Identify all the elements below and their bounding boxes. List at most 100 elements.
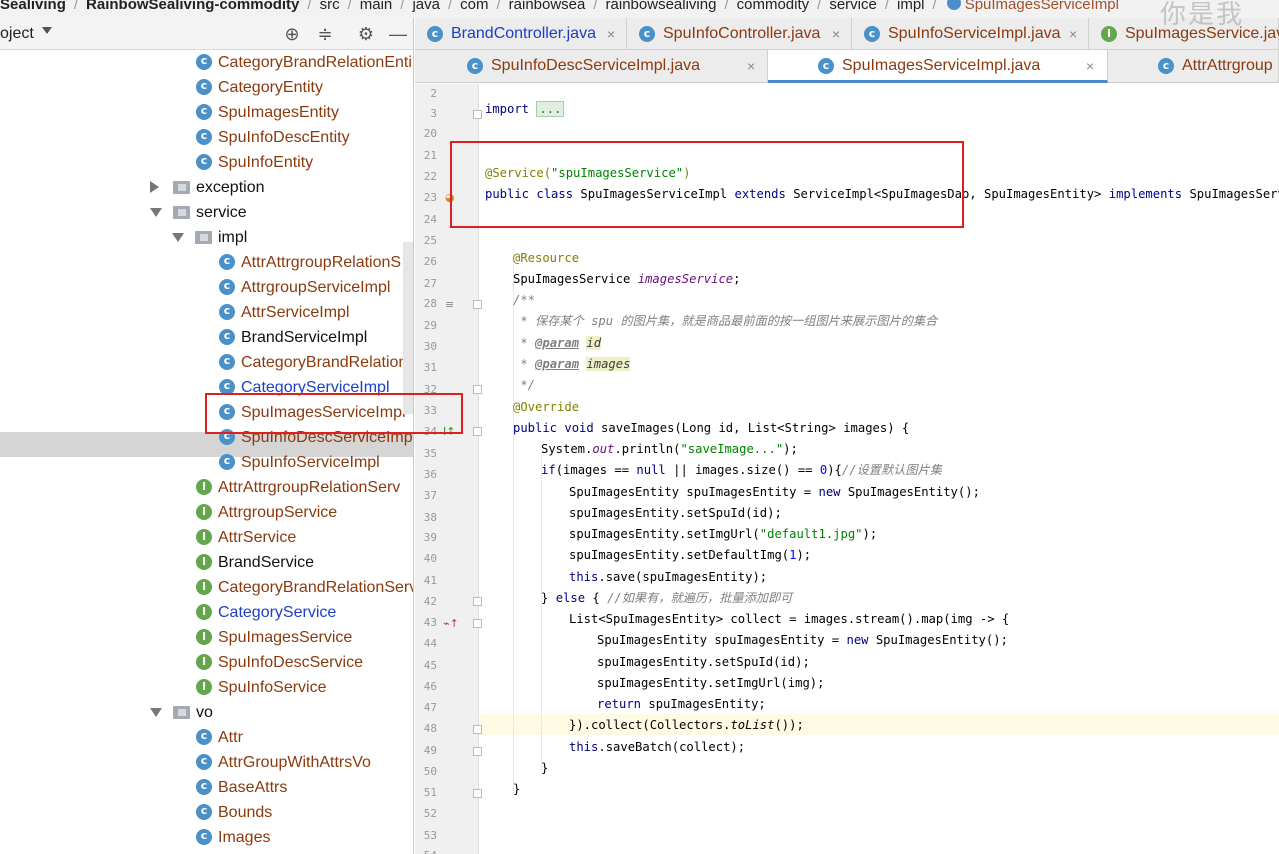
tree-file[interactable]: I AttrAttrgroupRelationServ	[0, 475, 413, 500]
class-file-icon: c	[818, 58, 834, 74]
breadcrumb-item[interactable]: com	[460, 0, 488, 12]
breadcrumb-item[interactable]: java	[412, 0, 440, 12]
line-number: 39	[423, 531, 437, 544]
class-file-icon	[196, 78, 212, 95]
tree-item-label: CategoryService	[218, 604, 337, 621]
gear-icon[interactable]: ⚙	[356, 24, 376, 44]
tree-file[interactable]: I AttrgroupService	[0, 500, 413, 525]
fold-marker-icon[interactable]	[473, 110, 482, 119]
project-panel-header: oject ⊕ ≑ ⚙ —	[0, 18, 413, 50]
tree-file[interactable]: AttrServiceImpl	[0, 300, 413, 325]
code-line-45: spuImagesEntity.setSpuId(id);	[597, 655, 810, 669]
chevron-down-icon[interactable]	[150, 208, 162, 217]
interface-file-icon: I	[196, 504, 212, 520]
close-icon[interactable]: ×	[747, 50, 755, 82]
fold-marker-icon[interactable]	[473, 597, 482, 606]
minimize-icon[interactable]: —	[388, 24, 408, 44]
tree-scrollbar[interactable]	[403, 242, 413, 414]
editor-tab[interactable]: c BrandController.java ×	[415, 18, 627, 50]
fold-marker-icon[interactable]	[473, 300, 482, 309]
chevron-right-icon[interactable]	[150, 181, 159, 193]
tree-item-label: SpuImagesEntity	[218, 104, 339, 121]
tree-file[interactable]: I CategoryService	[0, 600, 413, 625]
tree-folder[interactable]: vo	[0, 700, 413, 725]
editor-tab[interactable]: c AttrAttrgroup	[1108, 50, 1279, 82]
tree-file[interactable]: SpuInfoEntity	[0, 150, 413, 175]
class-file-icon	[196, 53, 212, 70]
fold-marker-icon[interactable]	[473, 747, 482, 756]
tree-file[interactable]: AttrGroupWithAttrsVo	[0, 750, 413, 775]
tree-item-label: SpuInfoService	[218, 679, 327, 696]
tree-file[interactable]: Bounds	[0, 800, 413, 825]
tree-file[interactable]: CategoryBrandRelationS	[0, 350, 413, 375]
close-icon[interactable]: ×	[607, 18, 615, 50]
project-view-selector[interactable]: oject	[0, 25, 34, 43]
breadcrumb-item[interactable]: Sealiving	[0, 0, 66, 12]
tree-file[interactable]: SpuImagesEntity	[0, 100, 413, 125]
tree-file[interactable]: I SpuImagesService	[0, 625, 413, 650]
tree-file[interactable]: Attr	[0, 725, 413, 750]
breadcrumb-item[interactable]: RainbowSealiving-commodity	[86, 0, 299, 12]
tree-item-label: impl	[218, 229, 248, 246]
chevron-down-icon[interactable]	[42, 27, 52, 34]
fold-marker-icon[interactable]	[473, 789, 482, 798]
highlight-box-selected-file	[205, 393, 463, 434]
breadcrumb-item[interactable]: rainbowsea	[509, 0, 586, 12]
breadcrumb-item[interactable]: rainbowsealiving	[606, 0, 717, 12]
breadcrumb-separator: /	[932, 0, 937, 13]
tree-file[interactable]: I BrandService	[0, 550, 413, 575]
editor-tab[interactable]: c SpuInfoServiceImpl.java ×	[852, 18, 1089, 50]
breadcrumb-item[interactable]: SpuImagesServiceImpl	[965, 0, 1119, 12]
lambda-icon[interactable]: ⌁↑	[443, 617, 459, 630]
editor-tab[interactable]: c SpuInfoController.java ×	[627, 18, 852, 50]
tree-folder[interactable]: exception	[0, 175, 413, 200]
tree-file[interactable]: CategoryBrandRelationEnti	[0, 50, 413, 75]
breadcrumb-separator: /	[400, 0, 405, 13]
class-file-icon	[219, 303, 235, 320]
tree-file[interactable]: I CategoryBrandRelationServ	[0, 575, 413, 600]
collapse-all-icon[interactable]: ≑	[315, 24, 335, 44]
breadcrumb-item[interactable]: service	[829, 0, 877, 12]
code-line-46: spuImagesEntity.setImgUrl(img);	[597, 676, 825, 690]
tree-file[interactable]: CategoryEntity	[0, 75, 413, 100]
interface-file-icon: I	[196, 604, 212, 620]
folded-imports[interactable]: ...	[536, 101, 565, 117]
tree-folder[interactable]: service	[0, 200, 413, 225]
locate-icon[interactable]: ⊕	[282, 24, 302, 44]
line-number: 2	[430, 87, 437, 100]
editor-tab-active[interactable]: c SpuImagesServiceImpl.java ×	[768, 50, 1108, 83]
class-file-icon: c	[467, 58, 483, 74]
fold-marker-icon[interactable]	[473, 619, 482, 628]
fold-marker-icon[interactable]	[473, 385, 482, 394]
fold-marker-icon[interactable]	[473, 427, 482, 436]
chevron-down-icon[interactable]	[150, 708, 162, 717]
close-icon[interactable]: ×	[832, 18, 840, 50]
code-line-38: spuImagesEntity.setSpuId(id);	[569, 506, 782, 520]
tree-file[interactable]: BaseAttrs	[0, 775, 413, 800]
breadcrumb-item[interactable]: impl	[897, 0, 925, 12]
code-line-49: this.saveBatch(collect);	[569, 740, 746, 754]
code-line-47: return spuImagesEntity;	[597, 697, 766, 711]
breadcrumb: Sealiving / RainbowSealiving-commodity / src…	[0, 0, 1279, 18]
line-number: 51	[423, 786, 437, 799]
tree-folder[interactable]: impl	[0, 225, 413, 250]
breadcrumb-item[interactable]: src	[320, 0, 340, 12]
tree-file[interactable]: Images	[0, 825, 413, 850]
tree-file[interactable]: I AttrService	[0, 525, 413, 550]
tree-file[interactable]: AttrAttrgroupRelationS	[0, 250, 413, 275]
tree-file[interactable]: AttrgroupServiceImpl	[0, 275, 413, 300]
tree-file[interactable]: I SpuInfoService	[0, 675, 413, 700]
doc-render-icon[interactable]: ≡	[445, 298, 454, 311]
class-file-icon	[219, 253, 235, 270]
editor-tab[interactable]: c SpuInfoDescServiceImpl.java ×	[455, 50, 768, 82]
chevron-down-icon[interactable]	[172, 233, 184, 242]
fold-marker-icon[interactable]	[473, 725, 482, 734]
tree-file[interactable]: BrandServiceImpl	[0, 325, 413, 350]
tree-file[interactable]: I SpuInfoDescService	[0, 650, 413, 675]
breadcrumb-item[interactable]: main	[360, 0, 393, 12]
breadcrumb-item[interactable]: commodity	[737, 0, 810, 12]
tree-file[interactable]: SpuInfoServiceImpl	[0, 450, 413, 475]
close-icon[interactable]: ×	[1086, 50, 1094, 82]
tree-file[interactable]: SpuInfoDescEntity	[0, 125, 413, 150]
close-icon[interactable]: ×	[1069, 18, 1077, 50]
